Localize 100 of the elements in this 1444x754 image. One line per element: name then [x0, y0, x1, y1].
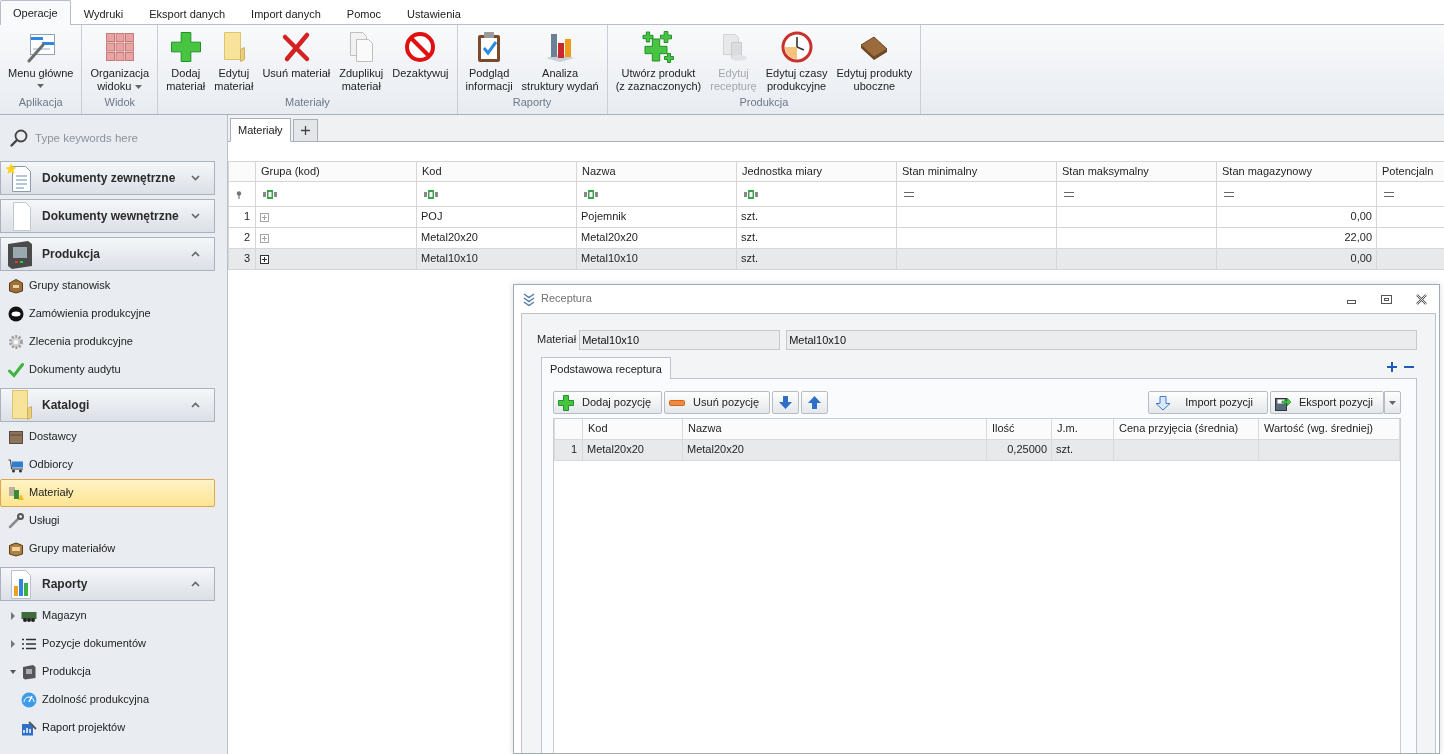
- column-header[interactable]: Stan magazynowy: [1216, 161, 1377, 182]
- column-header[interactable]: Nazwa: [576, 161, 737, 182]
- table-row[interactable]: 1 Metal20x20 Metal20x20 0,25000 szt.: [554, 439, 1400, 460]
- caret-right-icon[interactable]: [10, 612, 16, 620]
- caret-down-icon[interactable]: [10, 668, 16, 676]
- sidebar-item[interactable]: Usługi: [0, 507, 215, 535]
- document-tab[interactable]: Materiały: [230, 118, 291, 142]
- ribbon-tab[interactable]: Import danych: [238, 2, 334, 25]
- row-number: 2: [228, 227, 256, 249]
- filter-field[interactable]: [255, 181, 417, 207]
- ribbon-button[interactable]: Dodaj materiał: [162, 29, 210, 95]
- filter-field[interactable]: [576, 181, 737, 207]
- ribbon-button[interactable]: Usuń materiał: [258, 29, 335, 95]
- column-header[interactable]: J.m.: [1051, 419, 1114, 439]
- sidebar-item[interactable]: Zlecenia produkcyjne: [0, 328, 215, 356]
- text-filter-icon: [424, 190, 438, 199]
- column-header[interactable]: Kod: [416, 161, 577, 182]
- filter-field[interactable]: [736, 181, 897, 207]
- column-header[interactable]: Stan maksymalny: [1056, 161, 1217, 182]
- column-header[interactable]: Nazwa: [682, 419, 987, 439]
- column-header[interactable]: Jednostka miary: [736, 161, 897, 182]
- sidebar-item[interactable]: Dokumenty audytu: [0, 356, 215, 384]
- sidebar-item[interactable]: Odbiorcy: [0, 451, 215, 479]
- plus-icon: [300, 126, 310, 135]
- toolbar-button[interactable]: Import pozycji: [1148, 391, 1268, 414]
- table-cell: 0,00: [1216, 206, 1377, 228]
- section-header[interactable]: Raporty: [0, 567, 215, 601]
- section-header[interactable]: Katalogi: [0, 388, 215, 422]
- sidebar-item[interactable]: Grupy materiałów: [0, 535, 215, 563]
- ribbon-button[interactable]: Organizacja widoku: [86, 29, 154, 95]
- sidebar-item[interactable]: Produkcja: [0, 658, 215, 686]
- move-up-button[interactable]: [801, 391, 829, 414]
- table-row[interactable]: 2 Metal20x20 Metal20x20 szt. 22,00: [228, 227, 1444, 249]
- add-tab-button[interactable]: [292, 119, 318, 141]
- ribbon-button[interactable]: Dezaktywuj: [388, 29, 453, 95]
- search-field[interactable]: Type keywords here: [35, 128, 205, 148]
- table-row[interactable]: 3 Metal10x10 Metal10x10 szt. 0,00: [228, 248, 1444, 270]
- clock-icon: [780, 31, 813, 63]
- toolbar-button[interactable]: Usuń pozycję: [664, 391, 771, 414]
- column-header[interactable]: Cena przyjęcia (średnia): [1113, 419, 1259, 439]
- equals-icon: [1384, 192, 1394, 197]
- column-header[interactable]: Potencjaln: [1376, 161, 1444, 182]
- filter-field[interactable]: [416, 181, 577, 207]
- cart-icon: [8, 457, 24, 473]
- add-icon[interactable]: [1387, 362, 1397, 372]
- filter-field[interactable]: [896, 181, 1057, 207]
- sidebar-item[interactable]: Materiały: [0, 479, 215, 507]
- sidebar-item[interactable]: Zdolność produkcyjna: [0, 686, 215, 714]
- machine-icon: [21, 664, 37, 680]
- crate-icon: [8, 429, 24, 445]
- column-header[interactable]: Ilość: [986, 419, 1052, 439]
- group-label: Raporty: [511, 95, 553, 110]
- expand-icon[interactable]: [260, 255, 269, 264]
- ribbon-button[interactable]: Analiza struktury wydań: [517, 29, 603, 95]
- ribbon-button[interactable]: Utwórz produkt (z zaznaczonych): [611, 29, 706, 95]
- ribbon-button[interactable]: Podgląd informacji: [461, 29, 517, 95]
- ribbon-button[interactable]: Menu główne: [4, 29, 78, 95]
- ribbon-tab[interactable]: Pomoc: [333, 2, 395, 25]
- maximize-icon[interactable]: [1381, 293, 1392, 305]
- sidebar-item[interactable]: Pozycje dokumentów: [0, 630, 215, 658]
- sidebar-item[interactable]: Magazyn: [0, 602, 215, 630]
- column-header[interactable]: Kod: [582, 419, 683, 439]
- sidebar-item[interactable]: Grupy stanowisk: [0, 272, 215, 300]
- row-number: 3: [228, 248, 256, 270]
- column-header[interactable]: Wartość (wg. średniej): [1258, 419, 1400, 439]
- ribbon-button[interactable]: Edytuj materiał: [210, 29, 258, 95]
- ribbon-tab[interactable]: Wydruki: [70, 2, 137, 25]
- material-code-field[interactable]: Metal10x10: [579, 330, 781, 350]
- material-name-field[interactable]: Metal10x10: [786, 330, 1417, 350]
- caret-right-icon[interactable]: [10, 640, 16, 648]
- group-label: Widok: [103, 95, 137, 110]
- table-cell: Metal20x20: [682, 439, 987, 460]
- filter-field[interactable]: [1056, 181, 1217, 207]
- ribbon-button[interactable]: Zduplikuj materiał: [335, 29, 388, 95]
- move-down-button[interactable]: [772, 391, 800, 414]
- section-header[interactable]: Produkcja: [0, 237, 215, 271]
- close-icon[interactable]: [1416, 293, 1427, 305]
- table-cell: POJ: [416, 206, 577, 228]
- ribbon-tab[interactable]: Ustawienia: [394, 2, 474, 25]
- toolbar-button[interactable]: Dodaj pozycję: [553, 391, 663, 414]
- ribbon-tab[interactable]: Operacje: [0, 0, 71, 25]
- dropdown-button[interactable]: [1384, 391, 1401, 414]
- toolbar-button[interactable]: Eksport pozycji: [1270, 391, 1384, 414]
- recipe-tab[interactable]: Podstawowa receptura: [541, 357, 671, 379]
- sidebar-item[interactable]: Zamówienia produkcyjne: [0, 300, 215, 328]
- section-header[interactable]: Dokumenty zewnętrzne: [0, 161, 215, 195]
- column-header[interactable]: Stan minimalny: [896, 161, 1057, 182]
- table-cell: Metal20x20: [416, 227, 577, 249]
- gear-icon: [8, 334, 24, 350]
- text-filter-icon: [584, 190, 598, 199]
- ribbon-tab[interactable]: Eksport danych: [136, 2, 239, 25]
- sidebar-item[interactable]: Dostawcy: [0, 423, 215, 451]
- sidebar-item[interactable]: Raport projektów: [0, 714, 215, 742]
- ribbon-button[interactable]: Edytuj czasy produkcyjne: [761, 29, 832, 95]
- arrow-down-icon: [779, 396, 793, 409]
- filter-field[interactable]: [1216, 181, 1377, 207]
- section-header[interactable]: Dokumenty wewnętrzne: [0, 199, 215, 233]
- table-row[interactable]: 1 POJ Pojemnik szt. 0,00: [228, 206, 1444, 228]
- column-header[interactable]: Grupa (kod): [255, 161, 417, 182]
- ribbon-button[interactable]: Edytuj produkty uboczne: [832, 29, 917, 95]
